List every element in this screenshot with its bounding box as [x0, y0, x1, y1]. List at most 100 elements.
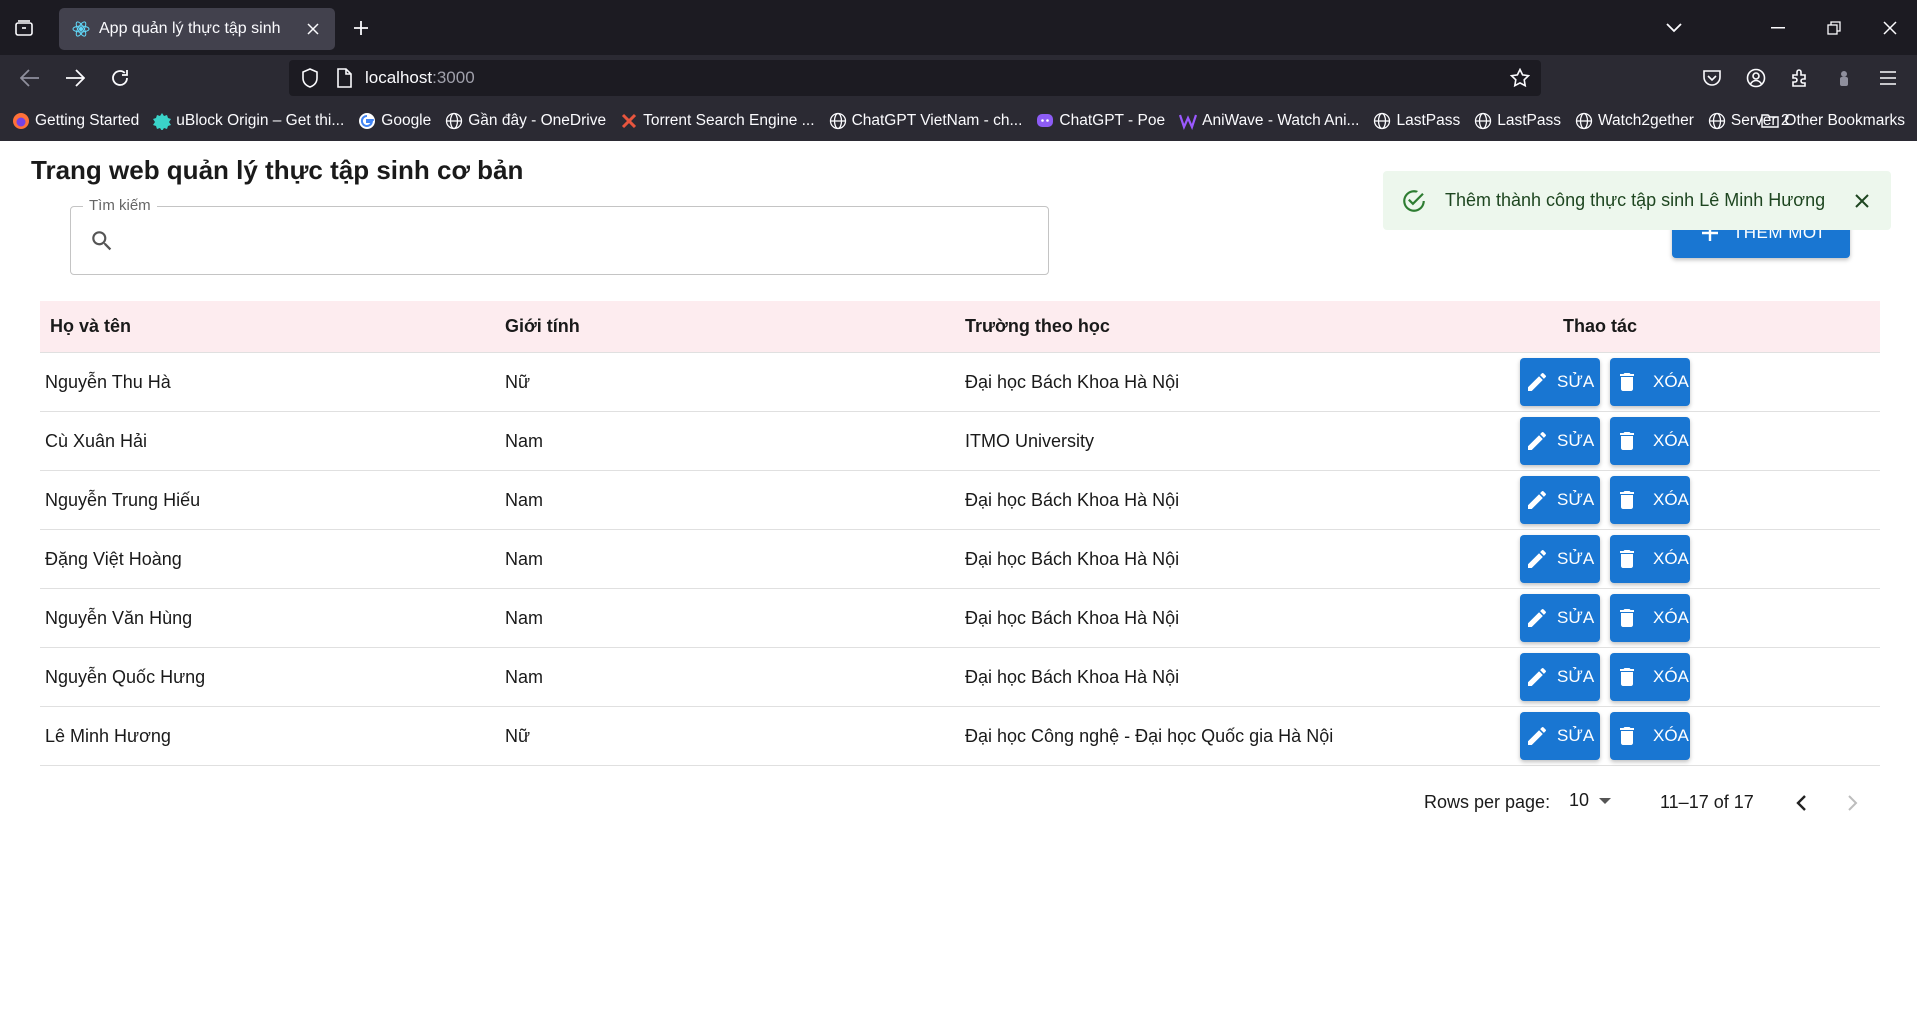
- back-arrow-icon[interactable]: [17, 65, 43, 91]
- bookmark-label: ChatGPT VietNam - ch...: [851, 111, 1023, 129]
- edit-button[interactable]: SỬA: [1520, 712, 1600, 760]
- browser-tab-strip: App quản lý thực tập sinh: [0, 0, 1917, 55]
- bookmark-item[interactable]: uBlock Origin – Get thi...: [153, 112, 344, 130]
- bookmark-star-icon[interactable]: [1509, 67, 1531, 89]
- extensions-puzzle-icon[interactable]: [1787, 65, 1813, 91]
- bookmark-item[interactable]: LastPass: [1373, 112, 1460, 130]
- cell-actions: SỬA XÓA: [1520, 417, 1880, 465]
- poe-icon: [1036, 112, 1054, 130]
- delete-button[interactable]: XÓA: [1610, 417, 1690, 465]
- delete-button[interactable]: XÓA: [1610, 358, 1690, 406]
- edit-button[interactable]: SỬA: [1520, 535, 1600, 583]
- tab-overview-icon[interactable]: [12, 16, 36, 40]
- header-name[interactable]: Họ và tên: [40, 316, 500, 337]
- cell-actions: SỬA XÓA: [1520, 594, 1880, 642]
- edit-button[interactable]: SỬA: [1520, 653, 1600, 701]
- edit-label: SỬA: [1557, 667, 1595, 686]
- bookmark-item[interactable]: Getting Started: [12, 112, 139, 130]
- bookmark-item[interactable]: LastPass: [1474, 112, 1561, 130]
- account-icon[interactable]: [1743, 65, 1769, 91]
- trash-icon: [1615, 488, 1639, 512]
- pencil-icon: [1525, 547, 1549, 571]
- cell-actions: SỬA XÓA: [1520, 653, 1880, 701]
- rows-per-page-label: Rows per page:: [1424, 792, 1551, 812]
- bookmark-label: AniWave - Watch Ani...: [1202, 111, 1360, 129]
- tab-close-icon[interactable]: [303, 19, 323, 39]
- cell-school: Đại học Công nghệ - Đại học Quốc gia Hà …: [965, 725, 1334, 746]
- delete-button[interactable]: XÓA: [1610, 653, 1690, 701]
- previous-page-chevron-icon[interactable]: [1788, 789, 1816, 817]
- search-label: Tìm kiếm: [83, 197, 157, 214]
- google-icon: [358, 112, 376, 130]
- delete-button[interactable]: XÓA: [1610, 535, 1690, 583]
- list-all-tabs-chevron-icon[interactable]: [1662, 16, 1686, 40]
- edit-label: SỬA: [1557, 608, 1595, 627]
- page-title: Trang web quản lý thực tập sinh cơ bản: [31, 155, 524, 185]
- delete-label: XÓA: [1653, 549, 1689, 568]
- edit-label: SỬA: [1557, 490, 1595, 509]
- bookmark-item[interactable]: AniWave - Watch Ani...: [1179, 112, 1359, 130]
- page-info-icon[interactable]: [333, 67, 355, 89]
- reload-icon[interactable]: [107, 65, 133, 91]
- bookmark-item[interactable]: Google: [358, 112, 431, 130]
- minimize-window-icon[interactable]: [1766, 16, 1790, 40]
- success-toast: Thêm thành công thực tập sinh Lê Minh Hư…: [1383, 171, 1891, 230]
- edit-label: SỬA: [1557, 726, 1595, 745]
- url-port: :3000: [432, 68, 475, 87]
- trash-icon: [1615, 724, 1639, 748]
- search-icon: [89, 228, 115, 254]
- globe-icon: [1474, 112, 1492, 130]
- search-field[interactable]: Tìm kiếm: [70, 197, 1049, 275]
- table-row: Cù Xuân Hải Nam ITMO University SỬA XÓA: [40, 412, 1880, 471]
- toast-message: Thêm thành công thực tập sinh Lê Minh Hư…: [1445, 190, 1826, 210]
- cell-name: Nguyễn Văn Hùng: [45, 607, 193, 628]
- dropdown-caret-icon: [1599, 797, 1612, 804]
- new-tab-plus-icon[interactable]: [349, 16, 373, 40]
- header-school[interactable]: Trường theo học: [960, 316, 1520, 337]
- close-window-icon[interactable]: [1878, 16, 1902, 40]
- browser-tab-active[interactable]: App quản lý thực tập sinh: [59, 8, 335, 50]
- other-bookmarks-folder[interactable]: Other Bookmarks: [1761, 112, 1905, 130]
- edit-button[interactable]: SỬA: [1520, 476, 1600, 524]
- extension-item-icon[interactable]: [1831, 65, 1857, 91]
- search-input[interactable]: [129, 225, 1029, 257]
- restore-window-icon[interactable]: [1822, 16, 1846, 40]
- url-bar[interactable]: localhost:3000: [289, 60, 1541, 96]
- bookmark-item[interactable]: Torrent Search Engine ...: [620, 112, 815, 130]
- bookmark-item[interactable]: ChatGPT - Poe: [1036, 112, 1165, 130]
- edit-button[interactable]: SỬA: [1520, 358, 1600, 406]
- edit-button[interactable]: SỬA: [1520, 594, 1600, 642]
- header-gender[interactable]: Giới tính: [500, 316, 960, 337]
- toast-close-icon[interactable]: [1851, 190, 1873, 212]
- delete-button[interactable]: XÓA: [1610, 476, 1690, 524]
- bookmarks-toolbar: Getting Started uBlock Origin – Get thi.…: [0, 100, 1917, 141]
- shield-icon[interactable]: [299, 67, 321, 89]
- bookmark-item[interactable]: Gần đây - OneDrive: [445, 112, 606, 130]
- bookmark-item[interactable]: ChatGPT VietNam - ch...: [829, 111, 1023, 130]
- bookmark-item[interactable]: Watch2gether: [1575, 112, 1694, 130]
- cell-name: Cù Xuân Hải: [45, 430, 148, 451]
- bookmark-label: LastPass: [1497, 111, 1561, 129]
- edit-label: SỬA: [1557, 549, 1595, 568]
- pencil-icon: [1525, 488, 1549, 512]
- globe-icon: [1575, 112, 1593, 130]
- cell-school: Đại học Bách Khoa Hà Nội: [965, 607, 1180, 628]
- cell-gender: Nam: [505, 548, 544, 569]
- app-menu-hamburger-icon[interactable]: [1875, 65, 1901, 91]
- ublock-icon: [153, 112, 172, 130]
- trash-icon: [1615, 665, 1639, 689]
- delete-button[interactable]: XÓA: [1610, 594, 1690, 642]
- bookmark-label: uBlock Origin – Get thi...: [176, 111, 345, 129]
- forward-arrow-icon[interactable]: [62, 65, 88, 91]
- pocket-icon[interactable]: [1699, 65, 1725, 91]
- pencil-icon: [1525, 429, 1549, 453]
- next-page-chevron-icon[interactable]: [1838, 789, 1866, 817]
- rows-per-page-select[interactable]: 10: [1569, 790, 1612, 811]
- table-row: Nguyễn Quốc Hưng Nam Đại học Bách Khoa Hà …: [40, 648, 1880, 707]
- delete-button[interactable]: XÓA: [1610, 712, 1690, 760]
- pagination: Rows per page: 10 11–17 of 17: [0, 783, 1917, 823]
- globe-icon: [1373, 112, 1391, 130]
- delete-label: XÓA: [1653, 490, 1689, 509]
- url-text[interactable]: localhost:3000: [365, 60, 475, 96]
- edit-button[interactable]: SỬA: [1520, 417, 1600, 465]
